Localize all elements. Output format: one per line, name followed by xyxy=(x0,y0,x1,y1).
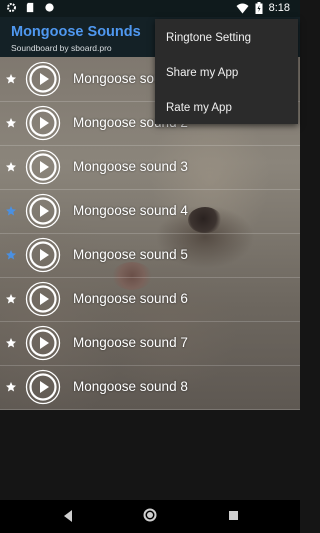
circle-icon xyxy=(45,3,54,12)
back-icon[interactable] xyxy=(62,509,74,523)
sound-label: Mongoose sound 5 xyxy=(73,247,188,262)
status-bar: 8:18 xyxy=(0,0,300,17)
play-icon[interactable] xyxy=(25,281,61,317)
play-icon[interactable] xyxy=(25,369,61,405)
play-icon[interactable] xyxy=(25,325,61,361)
star-icon[interactable] xyxy=(5,73,17,85)
sound-row[interactable]: Mongoose sound 6 xyxy=(0,278,300,322)
star-icon[interactable] xyxy=(5,117,17,129)
sound-row[interactable]: Mongoose sound 4 xyxy=(0,190,300,234)
recent-apps-icon[interactable] xyxy=(229,511,238,520)
play-icon[interactable] xyxy=(25,149,61,185)
play-icon[interactable] xyxy=(25,237,61,273)
app-title: Mongoose Sounds xyxy=(11,24,141,40)
favorite-star-icon[interactable] xyxy=(5,205,17,217)
sound-row[interactable]: Mongoose sound 8 xyxy=(0,366,300,410)
menu-item-share-app[interactable]: Share my App xyxy=(166,67,238,79)
play-icon[interactable] xyxy=(25,193,61,229)
wifi-icon xyxy=(236,3,249,13)
sound-row[interactable]: Mongoose sound 5 xyxy=(0,234,300,278)
sound-label: Mongoose sound 6 xyxy=(73,291,188,306)
sound-row[interactable]: Mongoose sound 3 xyxy=(0,146,300,190)
home-icon[interactable] xyxy=(143,508,157,522)
favorite-star-icon[interactable] xyxy=(5,249,17,261)
star-icon[interactable] xyxy=(5,293,17,305)
gear-icon xyxy=(7,3,16,12)
sd-card-icon xyxy=(26,2,34,13)
sound-label: Mongoose sound 3 xyxy=(73,159,188,174)
star-icon[interactable] xyxy=(5,337,17,349)
menu-item-ringtone-setting[interactable]: Ringtone Setting xyxy=(166,32,251,44)
star-icon[interactable] xyxy=(5,161,17,173)
play-icon[interactable] xyxy=(25,105,61,141)
overflow-menu: Ringtone Setting Share my App Rate my Ap… xyxy=(155,19,298,124)
sound-row[interactable]: Mongoose sound 7 xyxy=(0,322,300,366)
sound-label: Mongoose sound 8 xyxy=(73,379,188,394)
sound-label: Mongoose sound 4 xyxy=(73,203,188,218)
sound-label: Mongoose sound 7 xyxy=(73,335,188,350)
menu-item-rate-app[interactable]: Rate my App xyxy=(166,102,232,114)
star-icon[interactable] xyxy=(5,381,17,393)
play-icon[interactable] xyxy=(25,61,61,97)
battery-icon xyxy=(255,2,263,14)
app-subtitle: Soundboard by sboard.pro xyxy=(11,43,112,53)
navigation-bar xyxy=(0,500,300,533)
clock: 8:18 xyxy=(268,2,290,14)
